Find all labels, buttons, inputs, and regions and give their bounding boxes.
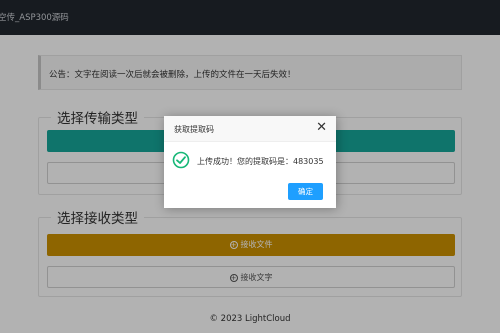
dialog-message: 上传成功！您的提取码是：483035 (197, 157, 324, 166)
dialog-header: 获取提取码 ✕ (164, 116, 336, 142)
confirm-button[interactable]: 确定 (288, 183, 323, 200)
close-icon[interactable]: ✕ (316, 121, 327, 135)
check-circle-icon (172, 151, 190, 169)
dialog-title: 获取提取码 (174, 125, 214, 134)
extract-code-dialog: 获取提取码 ✕ 上传成功！您的提取码是：483035 确定 (164, 116, 336, 208)
